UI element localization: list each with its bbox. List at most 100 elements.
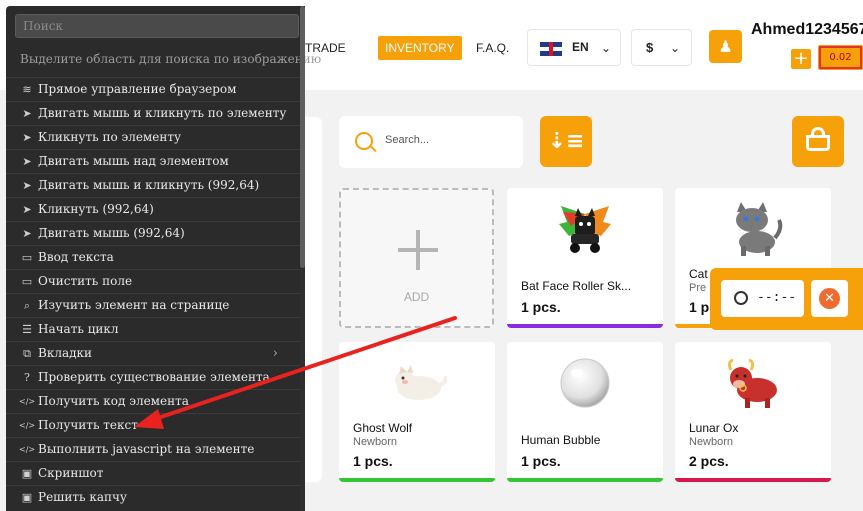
menu-item-label: Решить капчу: [38, 490, 127, 504]
timer-display: --:--: [721, 280, 804, 317]
chevron-down-icon: ⌄: [601, 41, 612, 55]
currency-code: $: [646, 40, 654, 55]
sort-icon: ⇣≡: [547, 129, 585, 154]
plus-icon: [398, 230, 438, 270]
item-name: Human Bubble: [521, 433, 601, 447]
human-bubble-image: [560, 358, 610, 408]
cursor-icon: ➤: [22, 155, 32, 168]
menu-item-label: Двигать мышь (992,64): [38, 226, 185, 240]
menu-item[interactable]: ▭ Ввод текста: [6, 245, 300, 269]
inventory-card[interactable]: Bat Face Roller Sk... 1 pcs.: [507, 188, 663, 328]
menu-item[interactable]: ⧉ Вкладки ›: [6, 341, 300, 365]
item-name: Cat: [689, 267, 708, 281]
item-quantity: 1 pcs.: [521, 299, 561, 315]
rarity-bar: [339, 478, 495, 482]
menu-scroll-thumb[interactable]: [300, 6, 305, 268]
timer-widget: --:-- ✕: [710, 268, 863, 330]
timer-close-button[interactable]: ✕: [811, 280, 848, 317]
menu-item-label: Ввод текста: [38, 250, 114, 264]
code-icon: </>: [19, 421, 36, 430]
lunar-ox-image: [727, 358, 777, 408]
inventory-card[interactable]: Human Bubble 1 pcs.: [507, 342, 663, 482]
item-quantity: 1 pcs.: [521, 453, 561, 469]
cursor-icon: ➤: [22, 227, 32, 240]
nav-faq[interactable]: F.A.Q.: [476, 36, 509, 60]
image-icon: ▣: [21, 467, 33, 480]
menu-item[interactable]: </> Получить код элемента: [6, 389, 300, 413]
cursor-icon: ➤: [22, 179, 32, 192]
add-balance-button[interactable]: +: [791, 49, 811, 69]
menu-item-label: Проверить существование элемента: [38, 370, 270, 384]
menu-item-label: Скриншот: [38, 466, 104, 480]
cursor-icon: ➤: [22, 131, 32, 144]
search-placeholder: Search...: [385, 134, 430, 146]
timer-value: --:--: [757, 290, 797, 305]
menu-item-label: Начать цикл: [38, 322, 119, 336]
cursor-icon: ➤: [22, 203, 32, 216]
keyboard-icon: ▭: [21, 275, 33, 288]
balance-badge: 0.02: [818, 45, 863, 70]
menu-item-label: Вкладки: [38, 346, 92, 360]
menu-item[interactable]: </> Выполнить javascript на элементе: [6, 437, 300, 461]
cursor-icon: ➤: [22, 107, 32, 120]
nav-inventory[interactable]: INVENTORY: [378, 36, 462, 60]
inventory-search[interactable]: Search...: [339, 116, 523, 168]
code-icon: </>: [19, 397, 36, 406]
question-icon: ?: [24, 371, 30, 384]
bat-face-roller-skate-image: [559, 206, 611, 253]
add-item-card[interactable]: ADD: [339, 188, 494, 328]
notifications-button[interactable]: ♟: [709, 30, 742, 63]
item-quantity: 2 pcs.: [689, 453, 729, 469]
menu-item[interactable]: </> Получить текст: [6, 413, 300, 437]
search-icon: ⌕: [23, 299, 31, 312]
image-search-hint[interactable]: Выделите область для поиска по изображен…: [20, 52, 321, 66]
item-quantity: 1 pcs.: [353, 453, 393, 469]
menu-item[interactable]: ➤ Кликнуть (992,64): [6, 197, 300, 221]
basket-button[interactable]: [792, 116, 844, 167]
list-icon: ☰: [22, 323, 32, 336]
close-icon: ✕: [819, 288, 840, 309]
rarity-bar: [507, 324, 663, 328]
menu-item[interactable]: ➤ Кликнуть по элементу: [6, 125, 300, 149]
menu-item-label: Получить код элемента: [38, 394, 189, 408]
menu-item[interactable]: ▣ Решить капчу: [6, 485, 300, 509]
menu-item[interactable]: ➤ Двигать мышь и кликнуть (992,64): [6, 173, 300, 197]
item-name: Ghost Wolf: [353, 421, 413, 435]
menu-scrollbar[interactable]: [300, 6, 305, 511]
sort-button[interactable]: ⇣≡: [540, 116, 592, 167]
menu-search-input[interactable]: [15, 14, 299, 38]
menu-item-label: Кликнуть (992,64): [38, 202, 154, 216]
item-age: Pre: [689, 282, 707, 294]
menu-item[interactable]: ≋ Прямое управление браузером: [6, 77, 300, 101]
image-icon: ▣: [21, 491, 33, 504]
language-select[interactable]: EN ⌄: [527, 29, 621, 66]
ghost-wolf-image: [395, 365, 447, 400]
currency-select[interactable]: $ ⌄: [631, 29, 692, 66]
add-label: ADD: [403, 290, 430, 304]
code-icon: </>: [19, 445, 36, 454]
chevron-down-icon: ⌄: [670, 41, 681, 55]
rarity-bar: [507, 478, 663, 482]
tabs-icon: ⧉: [23, 347, 31, 360]
inventory-card[interactable]: Lunar Ox Newborn 2 pcs.: [675, 342, 831, 482]
menu-item[interactable]: ➤ Двигать мышь над элементом: [6, 149, 300, 173]
inventory-card[interactable]: Ghost Wolf Newborn 1 pcs.: [339, 342, 495, 482]
menu-item[interactable]: ➤ Двигать мышь и кликнуть по элементу: [6, 101, 300, 125]
menu-item-label: Получить текст: [38, 418, 138, 432]
menu-item[interactable]: ▣ Скриншот: [6, 461, 300, 485]
bell-icon: ♟: [718, 37, 733, 56]
menu-item[interactable]: ⌕ Изучить элемент на странице: [6, 293, 300, 317]
item-quantity: 1 p: [689, 299, 710, 315]
menu-item[interactable]: ➤ Двигать мышь (992,64): [6, 221, 300, 245]
chevron-right-icon: ›: [272, 346, 278, 361]
menu-item[interactable]: ? Проверить существование элемента: [6, 365, 300, 389]
menu-item[interactable]: ▭ Очистить поле: [6, 269, 300, 293]
rarity-bar: [675, 478, 831, 482]
username[interactable]: Ahmed1234567: [751, 21, 863, 39]
menu-item-label: Двигать мышь и кликнуть (992,64): [38, 178, 260, 192]
item-age: Newborn: [353, 436, 398, 448]
wifi-icon: ≋: [22, 83, 32, 96]
plus-icon: +: [793, 48, 809, 69]
alarm-clock-icon: [734, 291, 748, 305]
menu-item[interactable]: ☰ Начать цикл: [6, 317, 300, 341]
